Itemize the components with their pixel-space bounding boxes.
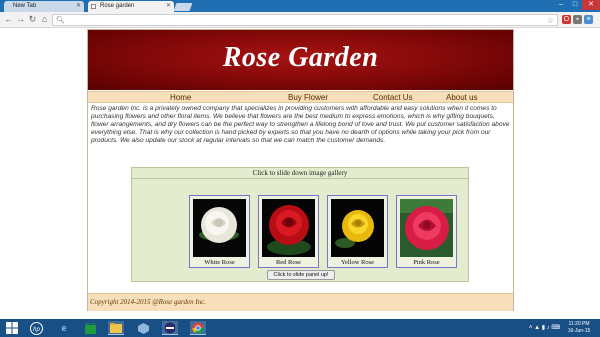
yellow-rose-image <box>331 199 384 257</box>
gallery-caption: Pink Rose <box>413 259 440 266</box>
store-icon[interactable] <box>82 321 98 335</box>
site-container: Rose Garden Home Buy Flower Contact Us A… <box>87 29 514 311</box>
menu-extension-icon[interactable]: ≡ <box>584 15 593 24</box>
home-icon[interactable]: ⌂ <box>39 14 50 25</box>
close-icon[interactable]: ✕ <box>76 1 81 12</box>
tab-label: New Tab <box>13 3 37 9</box>
opera-extension-icon[interactable]: O <box>562 15 571 24</box>
white-rose-image <box>193 199 246 257</box>
internet-explorer-icon[interactable]: e <box>56 321 72 335</box>
intro-text: Rose garden Inc. is a privately owned co… <box>91 105 510 144</box>
address-bar[interactable]: 🔍︎ ☆ <box>52 14 558 26</box>
image-gallery: Click to slide down image gallery White … <box>131 167 469 282</box>
tab-new-tab[interactable]: New Tab ✕ <box>4 1 84 12</box>
site-banner: Rose Garden <box>88 30 513 90</box>
slide-up-button[interactable]: Click to slide panel up! <box>267 270 335 280</box>
clock-time: 11:20 PM <box>568 321 590 327</box>
start-windows-icon[interactable] <box>3 321 21 335</box>
minimize-icon[interactable]: – <box>554 0 568 10</box>
shield-extension-icon[interactable]: ▪ <box>573 15 582 24</box>
pink-rose-image <box>400 199 453 257</box>
close-icon[interactable]: ✕ <box>166 1 171 12</box>
site-title: Rose Garden <box>222 42 379 73</box>
page-viewport: Rose Garden Home Buy Flower Contact Us A… <box>0 29 600 319</box>
clock-date: 16-Jun-15 <box>567 328 591 334</box>
svg-text:hp: hp <box>33 327 40 333</box>
window-controls: – □ ✕ <box>554 0 600 10</box>
menu-item-home[interactable]: Home <box>170 92 191 103</box>
menu-item-buy-flower[interactable]: Buy Flower <box>288 92 328 103</box>
new-tab-button[interactable] <box>173 3 193 11</box>
star-icon[interactable]: ☆ <box>547 15 554 26</box>
menu-item-contact-us[interactable]: Contact Us <box>373 92 413 103</box>
chrome-icon[interactable] <box>190 321 206 335</box>
browser-tabstrip: New Tab ✕ Rose garden ✕ – □ ✕ <box>0 0 600 12</box>
site-footer: Copyright 2014-2015 @Rose garden Inc. <box>88 293 513 311</box>
gallery-caption: Yellow Rose <box>340 259 375 266</box>
gallery-caption: Red Rose <box>275 259 302 266</box>
gallery-toggle[interactable]: Click to slide down image gallery <box>132 168 468 179</box>
gallery-card-red-rose[interactable]: Red Rose <box>258 195 319 268</box>
hp-icon[interactable]: hp <box>28 321 44 335</box>
reload-icon[interactable]: ↻ <box>27 14 38 25</box>
windows-taskbar: hp e ˄ ▲ ▮ ♪ ⌨ 11:20 PM 16-Jun-15 <box>0 319 600 337</box>
gallery-card-white-rose[interactable]: White Rose <box>189 195 250 268</box>
gallery-card-pink-rose[interactable]: Pink Rose <box>396 195 457 268</box>
media-player-icon[interactable] <box>162 321 178 335</box>
gallery-card-yellow-rose[interactable]: Yellow Rose <box>327 195 388 268</box>
tab-rose-garden[interactable]: Rose garden ✕ <box>88 1 174 12</box>
red-rose-image <box>262 199 315 257</box>
menu-item-about-us[interactable]: About us <box>446 92 478 103</box>
close-window-icon[interactable]: ✕ <box>582 0 600 10</box>
maximize-icon[interactable]: □ <box>568 0 582 10</box>
gallery-caption: White Rose <box>204 259 235 266</box>
file-explorer-icon[interactable] <box>108 321 124 335</box>
site-menu: Home Buy Flower Contact Us About us <box>88 91 513 103</box>
forward-icon[interactable]: → <box>15 14 26 25</box>
clock[interactable]: 11:20 PM 16-Jun-15 <box>566 321 592 335</box>
tray-icons[interactable]: ˄ ▲ ▮ ♪ ⌨ <box>529 324 560 331</box>
tab-label: Rose garden <box>100 3 135 9</box>
virtualbox-icon[interactable] <box>135 321 151 335</box>
page-icon <box>91 4 96 9</box>
browser-toolbar: ← → ↻ ⌂ 🔍︎ ☆ O ▪ ≡ <box>0 12 600 28</box>
copyright-text: Copyright 2014-2015 @Rose garden Inc. <box>90 298 207 306</box>
search-icon: 🔍︎ <box>56 17 65 24</box>
back-icon[interactable]: ← <box>3 14 14 25</box>
